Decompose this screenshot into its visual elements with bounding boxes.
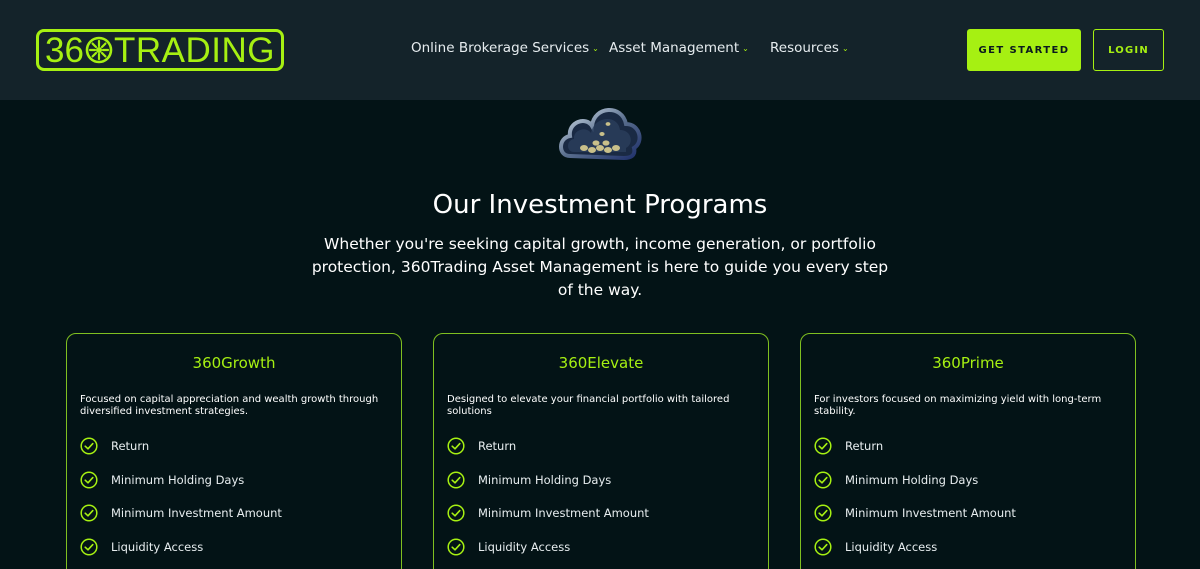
- feature-label: Liquidity Access: [111, 540, 204, 554]
- feature-label: Minimum Holding Days: [845, 473, 979, 487]
- feature-item: Minimum Investment Amount: [447, 504, 649, 522]
- chevron-down-icon: ⌄: [592, 43, 599, 53]
- feature-label: Minimum Investment Amount: [845, 506, 1016, 520]
- program-description: For investors focused on maximizing yiel…: [814, 394, 1102, 417]
- feature-item: Liquidity Access: [80, 538, 203, 556]
- program-title: 360Prime: [932, 354, 1004, 372]
- check-circle-icon: [80, 437, 98, 455]
- login-button[interactable]: LOGIN: [1093, 29, 1164, 71]
- page-subtitle: Whether you're seeking capital growth, i…: [311, 235, 889, 299]
- feature-item: Minimum Investment Amount: [80, 504, 282, 522]
- feature-item: Return: [80, 437, 149, 455]
- site-header: 36 TRADING Online Brokerage Services ⌄ A…: [0, 0, 1200, 100]
- check-circle-icon: [80, 471, 98, 489]
- chevron-down-icon: ⌄: [742, 43, 749, 53]
- program-title: 360Elevate: [558, 354, 644, 372]
- check-circle-icon: [447, 538, 465, 556]
- nav-item-resources[interactable]: Resources ⌄: [770, 40, 849, 56]
- check-circle-icon: [447, 437, 465, 455]
- cloud-coins-icon: [559, 108, 642, 161]
- check-circle-icon: [814, 471, 832, 489]
- feature-item: Liquidity Access: [447, 538, 570, 556]
- check-circle-icon: [814, 538, 832, 556]
- nav-item-online-brokerage[interactable]: Online Brokerage Services ⌄: [411, 40, 599, 56]
- feature-item: Minimum Holding Days: [447, 471, 611, 489]
- program-card-growth: 360Growth Focused on capital appreciatio…: [66, 333, 402, 569]
- check-circle-icon: [814, 504, 832, 522]
- check-circle-icon: [447, 504, 465, 522]
- nav-item-label: Resources: [770, 40, 839, 56]
- feature-label: Return: [845, 439, 884, 453]
- feature-label: Return: [478, 439, 517, 453]
- nav-item-label: Online Brokerage Services: [411, 40, 590, 56]
- program-card-elevate: 360Elevate Designed to elevate your fina…: [433, 333, 769, 569]
- feature-item: Return: [447, 437, 516, 455]
- page-title: Our Investment Programs: [432, 190, 768, 220]
- feature-label: Minimum Holding Days: [478, 473, 612, 487]
- check-circle-icon: [80, 504, 98, 522]
- feature-item: Minimum Holding Days: [80, 471, 244, 489]
- nav-item-label: Asset Management: [609, 40, 740, 56]
- chevron-down-icon: ⌄: [841, 43, 849, 53]
- check-circle-icon: [814, 437, 832, 455]
- feature-label: Minimum Investment Amount: [111, 506, 282, 520]
- check-circle-icon: [447, 471, 465, 489]
- program-title: 360Growth: [192, 354, 276, 372]
- feature-label: Minimum Holding Days: [111, 473, 245, 487]
- feature-item: Return: [814, 437, 883, 455]
- get-started-button[interactable]: GET STARTED: [967, 29, 1081, 71]
- feature-label: Liquidity Access: [478, 540, 571, 554]
- feature-label: Minimum Investment Amount: [478, 506, 649, 520]
- feature-item: Minimum Investment Amount: [814, 504, 1016, 522]
- check-circle-icon: [80, 538, 98, 556]
- feature-item: Minimum Holding Days: [814, 471, 978, 489]
- program-description: Designed to elevate your financial portf…: [447, 394, 730, 417]
- feature-item: Liquidity Access: [814, 538, 937, 556]
- program-card-prime: 360Prime For investors focused on maximi…: [800, 333, 1136, 569]
- nav-item-asset-management[interactable]: Asset Management ⌄: [609, 40, 749, 56]
- feature-label: Liquidity Access: [845, 540, 938, 554]
- feature-label: Return: [111, 439, 150, 453]
- program-description: Focused on capital appreciation and weal…: [80, 394, 379, 417]
